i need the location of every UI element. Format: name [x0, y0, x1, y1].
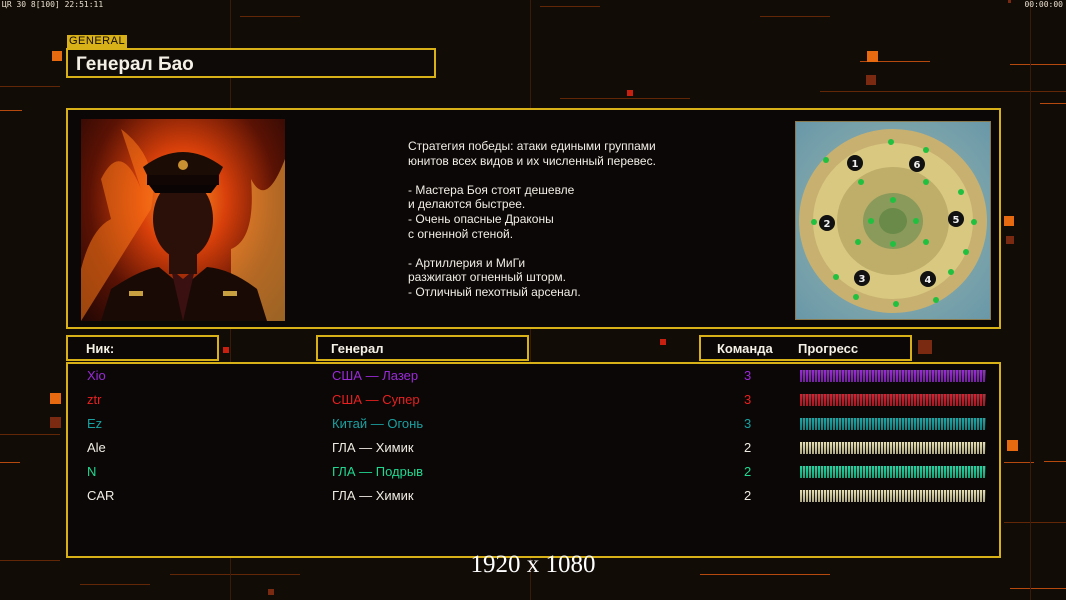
- player-general: ГЛА — Химик: [332, 488, 414, 503]
- general-header-label: Генерал: [331, 341, 384, 356]
- general-header: Генерал: [316, 335, 529, 361]
- spawn-2: 2: [824, 219, 831, 230]
- team-progress-header: Команда Прогресс: [699, 335, 912, 361]
- progress-bar: [800, 490, 986, 502]
- player-nick: ztr: [87, 392, 102, 407]
- nick-header: Ник:: [66, 335, 219, 361]
- player-general: Китай — Огонь: [332, 416, 424, 431]
- table-row: CAR ГЛА — Химик 2: [68, 485, 999, 509]
- player-general: США — Лазер: [332, 368, 419, 383]
- team-header-label: Команда: [717, 341, 773, 356]
- general-title: Генерал Бао: [76, 54, 194, 75]
- player-team: 2: [744, 440, 752, 455]
- spawn-1: 1: [852, 159, 859, 170]
- resolution-caption: 1920 x 1080: [470, 551, 596, 578]
- progress-bar: [800, 418, 986, 430]
- table-row: N ГЛА — Подрыв 2: [68, 461, 999, 485]
- player-team: 2: [744, 464, 752, 479]
- player-nick: N: [87, 464, 97, 479]
- player-general: США — Супер: [332, 392, 420, 407]
- player-general: ГЛА — Химик: [332, 440, 414, 455]
- spawn-5: 5: [953, 215, 960, 226]
- progress-bar: [800, 394, 986, 406]
- player-nick: Ale: [87, 440, 106, 455]
- title-box: Генерал Бао: [66, 48, 436, 78]
- player-team: 3: [744, 368, 752, 383]
- progress-header-label: Прогресс: [798, 341, 859, 356]
- status-readout: ЦR 30 8[100] 22:51:11: [2, 0, 104, 9]
- progress-bar: [800, 442, 986, 454]
- table-row: Ale ГЛА — Химик 2: [68, 437, 999, 461]
- player-nick: Ez: [87, 416, 103, 431]
- timer-readout: 00:00:00: [1024, 0, 1063, 9]
- table-row: Xio США — Лазер 3: [68, 365, 999, 389]
- spawn-3: 3: [859, 274, 866, 285]
- player-team: 3: [744, 416, 752, 431]
- player-general: ГЛА — Подрыв: [332, 464, 424, 479]
- table-row: Ez Китай — Огонь 3: [68, 413, 999, 437]
- player-nick: Xio: [87, 368, 106, 383]
- spawn-6: 6: [914, 160, 921, 171]
- players-table: Xio США — Лазер 3 ztr США — Супер 3 Ez Китай — …: [66, 362, 1001, 558]
- player-team: 3: [744, 392, 752, 407]
- player-team: 2: [744, 488, 752, 503]
- table-row: ztr США — Супер 3: [68, 389, 999, 413]
- general-info-panel: Стратегия победы: атаки едиными группами…: [66, 108, 1001, 329]
- strategy-description: Стратегия победы: атаки едиными группами…: [408, 139, 656, 299]
- general-tag: GENERAL: [67, 35, 128, 48]
- progress-bar: [800, 370, 986, 382]
- player-nick: CAR: [87, 488, 115, 503]
- nick-header-label: Ник:: [86, 341, 115, 356]
- map-preview[interactable]: 1 6 2 5 3 4: [795, 121, 991, 320]
- spawn-4: 4: [925, 275, 932, 286]
- progress-bar: [800, 466, 986, 478]
- general-portrait: [81, 119, 285, 321]
